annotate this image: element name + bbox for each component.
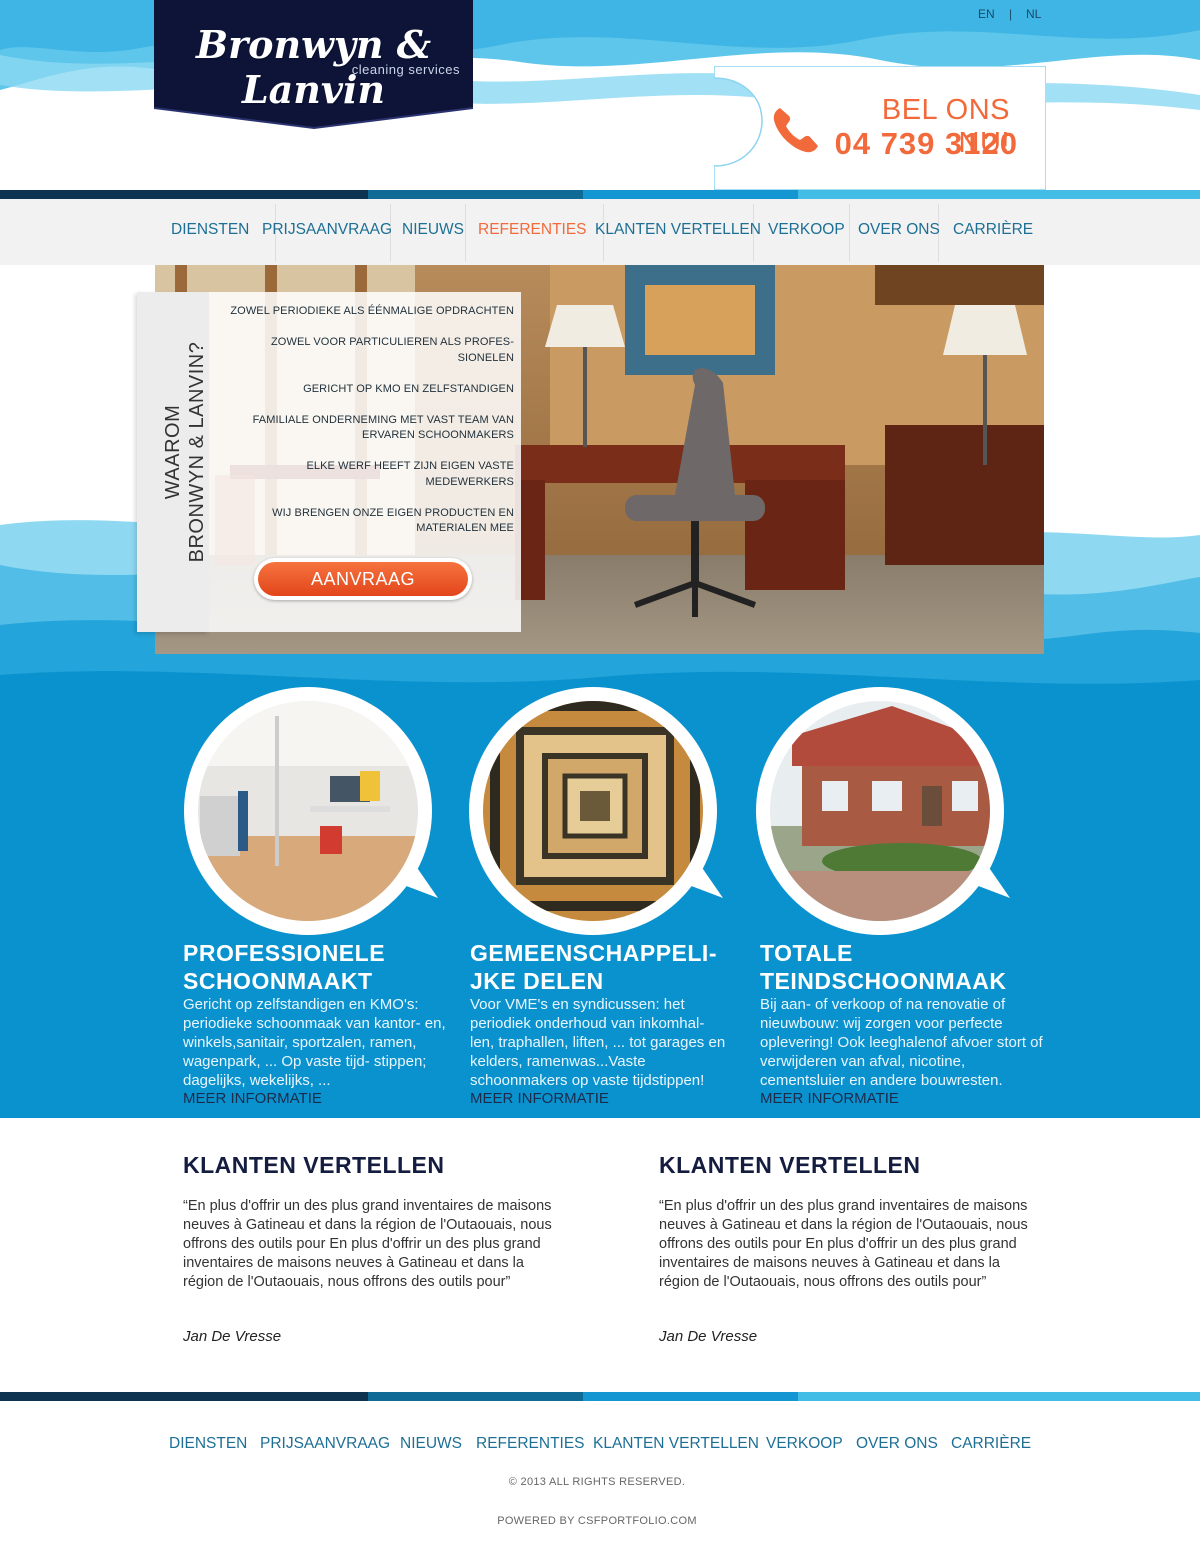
powered-by[interactable]: POWERED BY CSFPORTFOLIO.COM — [0, 1515, 1194, 1527]
why-point: ZOWEL PERIODIEKE ALS ÉÉNMALIGE OPDRACHTE… — [230, 305, 514, 317]
service-image-staircase — [469, 687, 723, 935]
service-card-professional: PROFESSIONELE SCHOONMAAKT Gericht op zel… — [183, 939, 473, 1107]
service-image-offices — [184, 687, 438, 935]
color-stripe — [0, 190, 368, 199]
service-title: GEMEENSCHAPPELI- JKE DELEN — [470, 939, 760, 995]
nav-item-over-ons[interactable]: OVER ONS — [858, 221, 940, 239]
why-point: WIJ BRENGEN ONZE EIGEN PRODUCTEN EN MATE… — [272, 506, 514, 535]
language-separator: | — [1009, 7, 1013, 21]
nav-item-nieuws[interactable]: NIEUWS — [402, 221, 464, 239]
color-stripe — [583, 1392, 798, 1401]
why-title-line-1: WAAROM — [162, 404, 184, 500]
color-stripe — [798, 1392, 1200, 1401]
nav-item-klanten-vertellen[interactable]: KLANTEN VERTELLEN — [595, 221, 761, 239]
why-point: FAMILIALE ONDERNEMING MET VAST TEAM VAN … — [252, 413, 514, 442]
service-title: PROFESSIONELE SCHOONMAAKT — [183, 939, 473, 995]
color-stripe — [368, 1392, 583, 1401]
service-title: TOTALE TEINDSCHOONMAAK — [760, 939, 1050, 995]
color-stripe — [798, 190, 1200, 199]
service-title-line-1: TOTALE — [760, 940, 853, 966]
service-image-house — [756, 687, 1010, 935]
service-title-line-2: TEINDSCHOONMAAK — [760, 968, 1007, 994]
service-description: Voor VME's en syndicussen: het periodiek… — [470, 996, 726, 1089]
color-stripe — [0, 1392, 368, 1401]
phone-icon — [773, 108, 818, 153]
why-title-line-2: BRONWYN & LANVIN? — [186, 341, 208, 563]
testimonial-quote: “En plus d'offrir un des plus grand inve… — [659, 1198, 1028, 1290]
nav-item-prijsaanvraag[interactable]: PRIJSAANVRAAG — [262, 221, 392, 239]
footer-nav-klanten-vertellen[interactable]: KLANTEN VERTELLEN — [593, 1435, 759, 1453]
why-point: ZOWEL VOOR PARTICULIEREN ALS PROFES- SIO… — [270, 336, 514, 364]
nav-item-referenties[interactable]: REFERENTIES — [478, 221, 587, 239]
why-title: WAAROM BRONWYN & LANVIN? — [161, 302, 209, 602]
footer-nav-prijsaanvraag[interactable]: PRIJSAANVRAAG — [260, 1435, 390, 1453]
service-description: Bij aan- of verkoop of na renovatie of n… — [760, 996, 1043, 1089]
language-en-link[interactable]: EN — [978, 7, 995, 21]
request-button[interactable]: AANVRAAG — [254, 558, 472, 600]
phone-number[interactable]: 04 739 3120 — [818, 126, 1018, 162]
footer-nav-over-ons[interactable]: OVER ONS — [856, 1435, 938, 1453]
testimonial-author: Jan De Vresse — [183, 1328, 282, 1345]
testimonial-title: KLANTEN VERTELLEN — [659, 1152, 921, 1178]
color-stripe — [368, 190, 583, 199]
color-stripe — [583, 190, 798, 199]
why-point: ELKE WERF HEEFT ZIJN EIGEN VASTE MEDEWER… — [306, 460, 514, 488]
logo-tagline: cleaning services — [351, 62, 460, 77]
nav-item-carriere[interactable]: CARRIÈRE — [953, 221, 1033, 239]
nav-item-diensten[interactable]: DIENSTEN — [171, 221, 249, 239]
service-title-line-2: JKE DELEN — [470, 968, 604, 994]
footer-nav-diensten[interactable]: DIENSTEN — [169, 1435, 247, 1453]
footer-nav-referenties[interactable]: REFERENTIES — [476, 1435, 585, 1453]
service-card-common-areas: GEMEENSCHAPPELI- JKE DELEN Voor VME's en… — [470, 939, 760, 1107]
footer-nav-verkoop[interactable]: VERKOOP — [766, 1435, 843, 1453]
nav-divider — [849, 204, 850, 262]
service-more-link[interactable]: MEER INFORMATIE — [760, 1090, 1052, 1107]
testimonial-quote: “En plus d'offrir un des plus grand inve… — [183, 1198, 552, 1290]
service-description: Gericht op zelfstandigen en KMO's: perio… — [183, 996, 446, 1089]
why-list: ZOWEL PERIODIEKE ALS ÉÉNMALIGE OPDRACHTE… — [222, 304, 514, 552]
service-card-final-cleaning: TOTALE TEINDSCHOONMAAK Bij aan- of verko… — [760, 939, 1052, 1107]
footer-nav-nieuws[interactable]: NIEUWS — [400, 1435, 462, 1453]
service-more-link[interactable]: MEER INFORMATIE — [183, 1090, 473, 1107]
nav-item-verkoop[interactable]: VERKOOP — [768, 221, 845, 239]
language-nl-link[interactable]: NL — [1026, 7, 1041, 21]
testimonial-author: Jan De Vresse — [659, 1328, 758, 1345]
copyright: © 2013 ALL RIGHTS RESERVED. — [508, 1476, 686, 1488]
testimonial-title: KLANTEN VERTELLEN — [183, 1152, 445, 1178]
service-title-line-2: SCHOONMAAKT — [183, 968, 373, 994]
nav-divider — [465, 204, 466, 262]
service-title-line-1: GEMEENSCHAPPELI- — [470, 940, 717, 966]
service-title-line-1: PROFESSIONELE — [183, 940, 386, 966]
service-more-link[interactable]: MEER INFORMATIE — [470, 1090, 760, 1107]
request-button-label: AANVRAAG — [258, 562, 468, 596]
why-point: GERICHT OP KMO EN ZELFSTANDIGEN — [303, 382, 514, 395]
footer-nav-carriere[interactable]: CARRIÈRE — [951, 1435, 1031, 1453]
